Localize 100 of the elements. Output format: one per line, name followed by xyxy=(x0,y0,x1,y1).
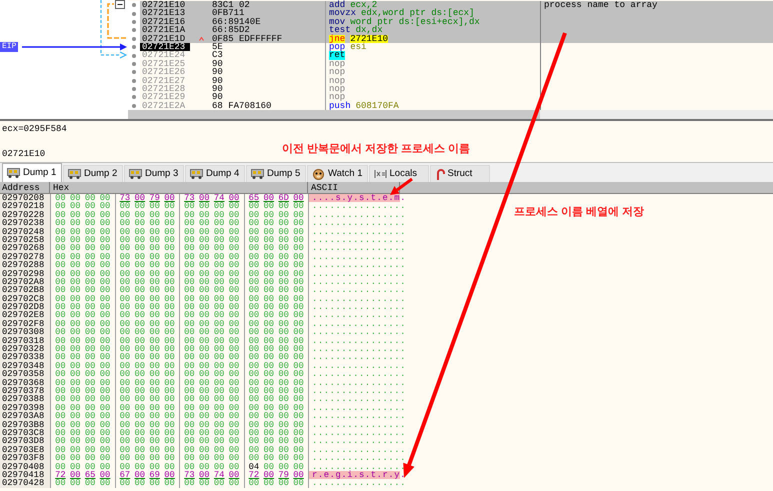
hex-bytes: 00 00 00 00 00 00 00 00 00 00 00 00 00 00 00 00 xyxy=(50,454,308,462)
instruction-row[interactable]: 02721E10 83C1 02 add ecx,2 process name to array xyxy=(128,1,773,10)
operands: esi xyxy=(350,42,366,52)
tab[interactable]: Dump 4 xyxy=(185,165,245,182)
hex-bytes: 00 00 00 00 00 00 00 00 00 00 00 00 04 00 00 00 xyxy=(50,462,308,471)
column-header: Address xyxy=(0,182,50,193)
mnemonic: mov xyxy=(329,18,346,26)
mnemonic: nop xyxy=(329,76,346,85)
hex-bytes: 00 00 00 00 00 00 00 00 00 00 00 00 00 00 00 00 xyxy=(50,270,308,278)
address-cell-text: 02721E1A xyxy=(141,26,186,35)
annotation-text: 이전 반복문에서 저장한 프로세스 이름 xyxy=(282,143,470,156)
instruction-row[interactable]: 02721E13 0FB711 movzx edx,word ptr ds:[ecx] xyxy=(128,9,773,18)
address-cell: 029702B8 xyxy=(0,286,50,295)
mnemonic: nop xyxy=(329,84,346,94)
hex-bytes: 00 00 00 00 00 00 00 00 00 00 00 00 00 00 00 00 xyxy=(50,395,308,404)
address-cell-text: 02721E24 xyxy=(141,51,186,60)
bytes-cell: C3 xyxy=(212,51,223,60)
bytes-cell: 90 xyxy=(212,68,223,77)
address-cell: 02970338 xyxy=(0,353,50,362)
tab[interactable]: Dump 3 xyxy=(124,165,184,182)
annotation-text: 프로세스 이름 베열에 저장 xyxy=(514,206,644,219)
bus-icon xyxy=(129,169,142,179)
variable-icon xyxy=(374,169,386,179)
hex-bytes: 00 00 00 00 00 00 00 00 00 00 00 00 00 00 00 00 xyxy=(50,320,308,328)
mnemonic: test xyxy=(329,26,351,35)
tab[interactable]: Struct xyxy=(430,165,490,182)
bus-icon xyxy=(7,168,20,178)
info-text: 02721E10 xyxy=(2,149,46,159)
address-cell: 029703F8 xyxy=(0,454,50,462)
tab[interactable]: Dump 2 xyxy=(63,165,123,182)
address-cell-text: 02721E16 xyxy=(141,18,186,26)
bytes-cell: 0FB711 xyxy=(212,9,244,18)
operands: edx,word ptr ds:[ecx] xyxy=(361,9,474,18)
scrollbar[interactable] xyxy=(128,110,540,119)
hex-bytes: 00 00 00 00 00 00 00 00 00 00 00 00 00 00 00 00 xyxy=(50,378,308,387)
column-header: Hex xyxy=(50,182,308,193)
bytes-cell: 90 xyxy=(212,76,223,85)
candy-cane-icon xyxy=(434,168,444,180)
tab[interactable]: Watch 1 xyxy=(307,165,368,182)
hex-bytes: 00 00 00 00 00 00 00 00 00 00 00 00 00 00 00 00 xyxy=(50,420,308,429)
hex-bytes: 00 00 00 00 00 00 00 00 00 00 00 00 00 00 00 00 xyxy=(50,210,308,220)
address-cell: 02970238 xyxy=(0,219,50,228)
address-cell: 02970428 xyxy=(0,479,50,488)
mnemonic: nop xyxy=(329,68,346,77)
address-cell: 029702E8 xyxy=(0,311,50,320)
eip-label: EIP xyxy=(0,42,18,52)
hex-bytes: 00 00 00 00 00 00 00 00 00 00 00 00 00 00 00 00 xyxy=(50,404,308,412)
address-cell-text: 02721E1D xyxy=(141,34,186,43)
mnemonic: nop xyxy=(329,60,346,68)
address-cell: 02970218 xyxy=(0,202,50,211)
tab[interactable]: Locals xyxy=(368,165,428,182)
address-cell: 02970328 xyxy=(0,345,50,354)
address-cell: 029703A8 xyxy=(0,412,50,421)
hex-bytes: 00 00 00 00 00 00 00 00 00 00 00 00 00 00 00 00 xyxy=(50,311,308,320)
operands: 608170FA xyxy=(356,102,399,110)
address-cell: 029702D8 xyxy=(0,303,50,312)
address-cell-text: 02721E2A xyxy=(141,102,186,110)
bytes-cell: 66:89140E xyxy=(212,18,261,26)
address-cell-text: 02721E10 xyxy=(141,1,186,10)
address-cell: 02970208 xyxy=(0,194,50,202)
bus-icon xyxy=(190,169,203,179)
animal-face-icon xyxy=(312,168,325,180)
address-cell: 02970268 xyxy=(0,244,50,253)
hex-bytes: 00 00 00 00 00 00 00 00 00 00 00 00 00 00 00 00 xyxy=(50,202,308,211)
hex-bytes: 00 00 00 00 00 00 00 00 00 00 00 00 00 00 00 00 xyxy=(50,328,308,337)
tab[interactable]: Dump 5 xyxy=(246,165,306,182)
address-cell: 02970358 xyxy=(0,370,50,379)
hex-bytes: 00 00 00 00 00 00 00 00 00 00 00 00 00 00 00 00 xyxy=(50,261,308,270)
tab[interactable]: Dump 1 xyxy=(2,163,62,182)
hex-bytes: 00 00 00 00 00 00 00 00 00 00 00 00 00 00 00 00 xyxy=(50,278,308,286)
mnemonic: nop xyxy=(329,93,346,102)
jump-back-line xyxy=(107,3,126,39)
hex-bytes: 00 00 00 00 00 00 00 00 00 00 00 00 00 00 00 00 xyxy=(50,437,308,446)
jump-target-line xyxy=(100,0,128,58)
address-cell: 029703D8 xyxy=(0,437,50,446)
hex-bytes: 00 00 00 00 00 00 00 00 00 00 00 00 00 00 00 00 xyxy=(50,286,308,295)
hex-bytes: 00 00 00 00 00 00 00 00 00 00 00 00 00 00 00 00 xyxy=(50,345,308,354)
collapse-icon[interactable] xyxy=(115,0,125,9)
bytes-cell: 5E xyxy=(212,42,223,52)
mnemonic: add xyxy=(329,1,346,10)
hex-bytes: 00 00 00 00 00 00 00 00 00 00 00 00 00 00 00 00 xyxy=(50,303,308,312)
address-cell-text: 02721E26 xyxy=(141,68,186,77)
hex-bytes: 00 00 00 00 00 00 00 00 00 00 00 00 00 00 00 00 xyxy=(50,228,308,236)
operands: ecx,2 xyxy=(350,1,378,10)
address-cell: 02970388 xyxy=(0,395,50,404)
mnemonic: ret xyxy=(329,51,346,60)
address-cell-text: 02721E13 xyxy=(141,9,186,18)
bytes-cell: 83C1 02 xyxy=(212,1,250,10)
hex-bytes: 00 00 00 00 00 00 00 00 00 00 00 00 00 00 00 00 xyxy=(50,446,308,454)
mnemonic: movzx xyxy=(329,9,356,18)
bytes-cell: 68 FA708160 xyxy=(212,102,272,110)
instruction-row[interactable]: 02721E1A 66:85D2 test dx,dx xyxy=(128,26,773,35)
bus-icon xyxy=(251,169,264,179)
hex-bytes: 00 00 00 00 00 00 00 00 00 00 00 00 00 00 00 00 xyxy=(50,244,308,253)
hex-bytes: 00 00 00 00 00 00 00 00 00 00 00 00 00 00 00 00 xyxy=(50,236,308,244)
operands: dx,dx xyxy=(356,26,383,35)
address-cell-text: 02721E25 xyxy=(141,60,186,68)
address-cell-text: 02721E28 xyxy=(141,84,186,94)
info-text: ecx=0295F584 xyxy=(2,124,68,134)
hex-bytes: 00 00 00 00 00 00 00 00 00 00 00 00 00 00 00 00 xyxy=(50,428,308,438)
